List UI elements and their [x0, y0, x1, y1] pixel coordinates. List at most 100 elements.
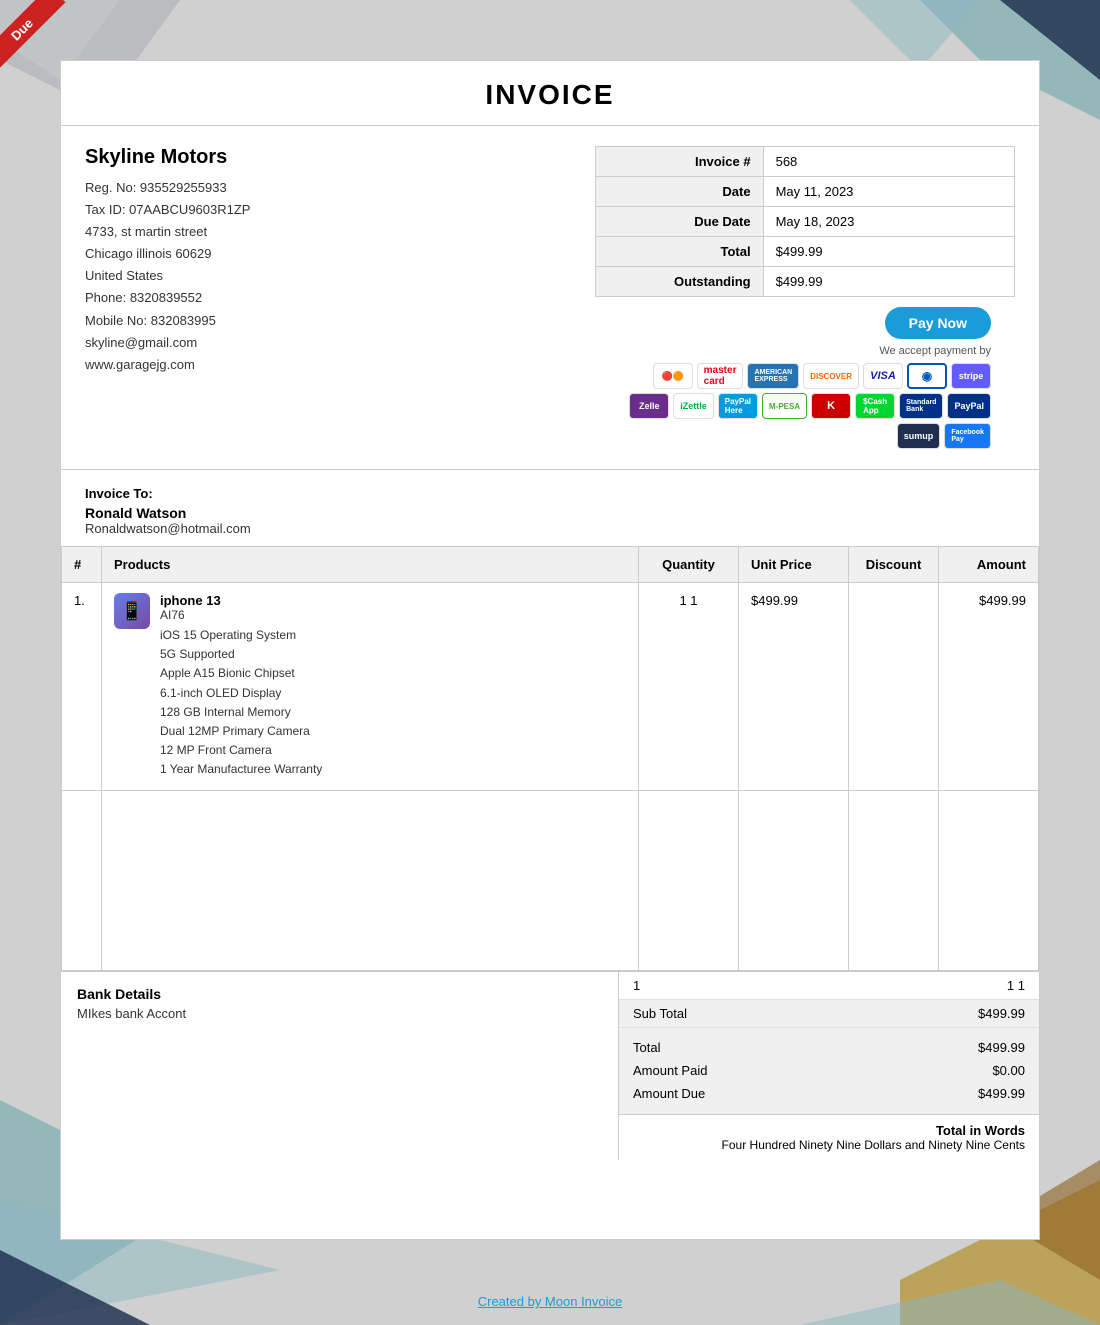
invoice-container: INVOICE Skyline Motors Reg. No: 93552925…	[60, 60, 1040, 1240]
row-discount	[849, 583, 939, 791]
due-ribbon-label: Due	[0, 0, 65, 73]
empty-product	[102, 790, 639, 970]
paypal-icon: PayPal	[947, 393, 991, 419]
empty-row	[62, 790, 1039, 970]
total-label: Total	[596, 237, 764, 267]
totals-section: 1 1 1 Sub Total $499.99 Total Amount Pai…	[619, 972, 1039, 1160]
qty-value: 1 1	[1007, 978, 1025, 993]
product-name: iphone 13	[160, 593, 322, 608]
bill-to-label: Invoice To:	[85, 486, 1015, 501]
bank-details-title: Bank Details	[77, 986, 602, 1002]
meta-due-date-row: Due Date May 18, 2023	[596, 207, 1015, 237]
company-mobile: Mobile No: 832083995	[85, 310, 575, 332]
col-quantity: Quantity	[639, 547, 739, 583]
total-in-words-section: Total in Words Four Hundred Ninety Nine …	[619, 1115, 1039, 1160]
total-value: $499.99	[763, 237, 1014, 267]
row-num: 1.	[62, 583, 102, 791]
summary-block: Total Amount Paid Amount Due $499.99 $0.…	[619, 1028, 1039, 1115]
meta-table: Invoice # 568 Date May 11, 2023 Due Date…	[595, 146, 1015, 297]
outstanding-label: Outstanding	[596, 267, 764, 297]
payment-section: Pay Now We accept payment by 🔴🟠 masterca…	[595, 307, 1015, 449]
meta-invoice-row: Invoice # 568	[596, 147, 1015, 177]
footer-credit-link[interactable]: Created by Moon Invoice	[478, 1294, 623, 1309]
qty-label: 1	[633, 978, 640, 993]
facebook-pay-icon: FacebookPay	[944, 423, 991, 449]
summary-due-value: $499.99	[978, 1082, 1025, 1105]
page-wrapper: Due INVOICE Skyline Motors Reg. No: 9355…	[0, 0, 1100, 1325]
invoice-meta: Invoice # 568 Date May 11, 2023 Due Date…	[595, 146, 1015, 449]
subtotal-value: $499.99	[978, 1006, 1025, 1021]
company-reg: Reg. No: 935529255933	[85, 177, 575, 199]
empty-amount	[939, 790, 1039, 970]
col-unit-price: Unit Price	[739, 547, 849, 583]
invoice-num-value: 568	[763, 147, 1014, 177]
summary-values: $499.99 $0.00 $499.99	[978, 1036, 1025, 1106]
company-phone: Phone: 8320839552	[85, 287, 575, 309]
invoice-title: INVOICE	[61, 61, 1039, 126]
due-date-label: Due Date	[596, 207, 764, 237]
col-products: Products	[102, 547, 639, 583]
table-row: 1. 📱 iphone 13 AI76 iOS 15 Operating Sys…	[62, 583, 1039, 791]
izettle-icon: iZettle	[673, 393, 714, 419]
date-label: Date	[596, 177, 764, 207]
product-image: 📱	[114, 593, 150, 629]
summary-total-value: $499.99	[978, 1036, 1025, 1059]
row-unit-price: $499.99	[739, 583, 849, 791]
company-website: www.garagejg.com	[85, 354, 575, 376]
company-info: Skyline Motors Reg. No: 935529255933 Tax…	[85, 146, 575, 449]
company-name: Skyline Motors	[85, 146, 575, 169]
subtotal-label: Sub Total	[633, 1006, 687, 1021]
visa-icon: VISA	[863, 363, 903, 389]
bill-to-section: Invoice To: Ronald Watson Ronaldwatson@h…	[61, 469, 1039, 546]
total-in-words-label: Total in Words	[633, 1123, 1025, 1138]
stripe-icon: stripe	[951, 363, 991, 389]
page-footer: Created by Moon Invoice	[0, 1280, 1100, 1317]
total-in-words-value: Four Hundred Ninety Nine Dollars and Nin…	[633, 1138, 1025, 1152]
paypal-here-icon: PayPalHere	[718, 393, 758, 419]
k-icon: K	[811, 393, 851, 419]
qty-row: 1 1 1	[619, 972, 1039, 1000]
standard-bank-icon: StandardBank	[899, 393, 943, 419]
summary-total-label: Total	[633, 1036, 707, 1059]
product-model: AI76	[160, 608, 322, 622]
empty-quantity	[639, 790, 739, 970]
mastercard-icon: mastercard	[697, 363, 744, 389]
meta-date-row: Date May 11, 2023	[596, 177, 1015, 207]
col-num: #	[62, 547, 102, 583]
company-country: United States	[85, 265, 575, 287]
mastercard-red-icon: 🔴🟠	[653, 363, 693, 389]
payment-accept-text: We accept payment by	[879, 345, 991, 357]
bill-to-name: Ronald Watson	[85, 505, 1015, 521]
pay-now-button[interactable]: Pay Now	[885, 307, 991, 339]
discover-icon: DISCOVER	[803, 363, 859, 389]
bank-details-name: MIkes bank Accont	[77, 1006, 602, 1021]
zelle-icon: Zelle	[629, 393, 669, 419]
company-city: Chicago illinois 60629	[85, 243, 575, 265]
row-product: 📱 iphone 13 AI76 iOS 15 Operating System…	[102, 583, 639, 791]
company-email: skyline@gmail.com	[85, 332, 575, 354]
cb-icon: ◉	[907, 363, 947, 389]
meta-outstanding-row: Outstanding $499.99	[596, 267, 1015, 297]
footer-section: Bank Details MIkes bank Accont 1 1 1 Sub…	[61, 971, 1039, 1160]
bank-details: Bank Details MIkes bank Accont	[61, 972, 619, 1160]
empty-discount	[849, 790, 939, 970]
subtotal-row: Sub Total $499.99	[619, 1000, 1039, 1028]
product-specs: iOS 15 Operating System 5G Supported App…	[160, 626, 322, 780]
outstanding-value: $499.99	[763, 267, 1014, 297]
company-tax: Tax ID: 07AABCU9603R1ZP	[85, 199, 575, 221]
amex-icon: AMERICANEXPRESS	[747, 363, 799, 389]
summary-paid-label: Amount Paid	[633, 1059, 707, 1082]
empty-num	[62, 790, 102, 970]
mpesa-icon: M-PESA	[762, 393, 807, 419]
due-date-value: May 18, 2023	[763, 207, 1014, 237]
summary-inner: Total Amount Paid Amount Due $499.99 $0.…	[633, 1036, 1025, 1106]
company-details: Reg. No: 935529255933 Tax ID: 07AABCU960…	[85, 177, 575, 376]
row-amount: $499.99	[939, 583, 1039, 791]
cashapp-icon: $CashApp	[855, 393, 895, 419]
invoice-header: Skyline Motors Reg. No: 935529255933 Tax…	[61, 126, 1039, 469]
bill-to-email: Ronaldwatson@hotmail.com	[85, 521, 1015, 536]
payment-icons: 🔴🟠 mastercard AMERICANEXPRESS DISCOVER V…	[611, 363, 991, 449]
row-quantity: 1 1	[639, 583, 739, 791]
meta-total-row: Total $499.99	[596, 237, 1015, 267]
col-discount: Discount	[849, 547, 939, 583]
